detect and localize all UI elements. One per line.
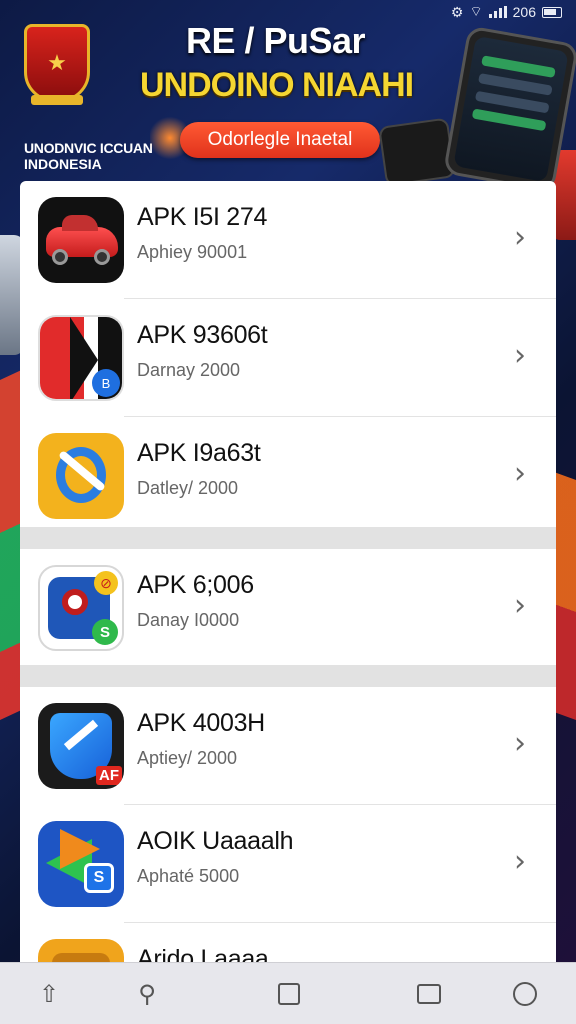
bottom-nav: ⇧ ⚲ [0,962,576,1024]
wifi-icon: ⌔ [469,3,483,19]
app-subtitle: Datley/ 2000 [137,478,239,498]
no-sign-icon: ⊘ [94,571,118,595]
red-car-app-icon [38,197,124,283]
share-icon[interactable] [510,979,540,1009]
colorful-arrow-app-icon: S [38,821,124,907]
chevron-right-icon: › [514,456,526,491]
blue-green-app-icon: ⊘ S [38,565,124,651]
phone-illustration [442,25,576,193]
app-title: APK 4003H [137,709,265,737]
red-black-app-icon: B [38,315,124,401]
chevron-right-icon: › [514,220,526,255]
banner-subtitle: UNDOINO NIAAHI [140,66,414,104]
settings-icon: ⚙ [450,3,464,20]
af-badge-icon: AF [96,766,122,785]
app-subtitle: Darnay 2000 [137,360,241,380]
blue-shield-app-icon: AF [38,703,124,789]
app-title: APK I5I 274 [137,203,268,231]
status-time: 206 [512,4,536,20]
app-subtitle: Danay I0000 [137,610,240,630]
banner-small-line-1: UNODNVIC ICCUAN [24,140,153,156]
list-item[interactable]: B APK 93606t Darnay 2000 › [20,299,556,417]
list-item[interactable]: AF APK 4003H Aptiey/ 2000 › [20,687,556,805]
list-item[interactable]: APK I9a63t Datley/ 2000 › [20,417,556,535]
banner-install-button[interactable]: Odorlegle Inaetal [180,122,380,158]
emblem-ribbon [31,95,83,105]
app-subtitle: Aphaté 5000 [137,866,240,886]
list-item[interactable]: ⊘ S APK 6;006 Danay I0000 › [20,549,556,665]
badge-icon: B [92,369,120,397]
chevron-right-icon: › [514,726,526,761]
bookmark-icon[interactable] [274,979,304,1009]
chevron-right-icon: › [514,844,526,879]
home-icon[interactable]: ⇧ [34,979,64,1009]
yellow-blue-app-icon [38,433,124,519]
banner-title: RE / PuSar [186,20,366,61]
list-item[interactable]: S AOIK Uaaaalh Aphaté 5000 › [20,805,556,923]
banner-small-line-2: INDONESIA [24,156,102,172]
app-title: APK I9a63t [137,439,261,467]
phone-illustration-small [378,117,456,187]
section-gap [20,665,556,687]
chevron-right-icon: › [514,338,526,373]
signal-icon [488,6,507,18]
status-bar: ⚙ ⌔ 206 [451,2,562,22]
app-title: APK 93606t [137,321,268,349]
star-icon: ★ [47,50,67,75]
s-badge-icon: S [92,619,118,645]
app-title: APK 6;006 [137,571,254,599]
section-gap [20,527,556,549]
list-item[interactable]: APK I5I 274 Aphiey 90001 › [20,181,556,299]
search-icon[interactable]: ⚲ [132,979,162,1009]
app-list: APK I5I 274 Aphiey 90001 › B APK 93606t … [20,181,556,976]
battery-icon [542,6,562,18]
app-title: AOIK Uaaaalh [137,827,294,855]
app-subtitle: Aphiey 90001 [137,242,248,262]
chevron-right-icon: › [514,588,526,623]
emblem-logo: ★ [24,24,90,105]
s-badge-icon: S [84,863,114,893]
app-subtitle: Aptiey/ 2000 [137,748,238,768]
tabs-icon[interactable] [414,979,444,1009]
